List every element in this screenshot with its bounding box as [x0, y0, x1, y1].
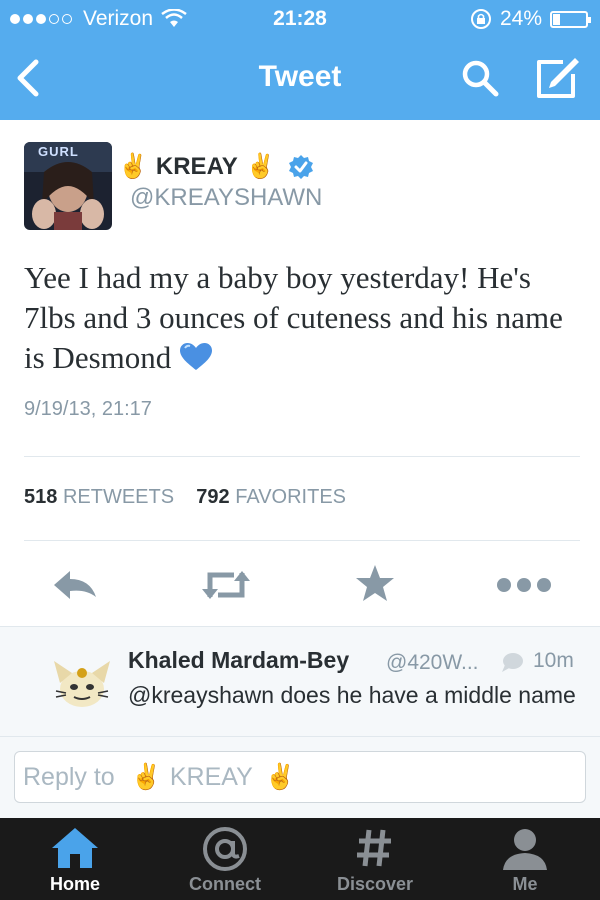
reply-compose-bar: Reply to ✌ KREAY ✌ [0, 736, 600, 819]
reply-recipient: KREAY [169, 762, 253, 791]
avatar-text: GURL [38, 144, 79, 159]
author-handle[interactable]: @KREAYSHAWN [130, 184, 322, 212]
tweet-timestamp: 9/19/13, 21:17 [24, 398, 152, 420]
reply-avatar[interactable] [52, 655, 112, 711]
reply-time: 10m [533, 649, 574, 672]
tab-home-label: Home [49, 874, 100, 894]
tweet-text: Yee I had my a baby boy yesterday! He's … [24, 260, 563, 375]
reply-icon[interactable] [50, 563, 100, 607]
favorites-label[interactable]: FAVORITES [235, 486, 346, 508]
tab-discover[interactable]: Discover [300, 818, 450, 900]
tab-discover-label: Discover [336, 874, 414, 894]
author-name-row[interactable]: ✌ KREAY ✌ [110, 152, 314, 181]
more-icon[interactable] [494, 563, 554, 607]
tab-connect-label: Connect [189, 874, 261, 894]
page-title: Tweet [258, 60, 342, 93]
home-icon [52, 828, 98, 868]
peace-emoji: ✌ [264, 762, 296, 791]
reply-author-name: Khaled Mardam-Bey [128, 647, 350, 673]
retweet-icon[interactable] [198, 563, 254, 607]
tab-bar: Home Connect Discover Me [0, 818, 600, 900]
blue-heart-icon [180, 343, 212, 370]
retweets-label[interactable]: RETWEETS [63, 486, 174, 508]
rotation-lock-icon [470, 9, 491, 29]
tab-connect[interactable]: Connect [150, 818, 300, 900]
verified-badge-icon [288, 154, 313, 179]
tweet-actions [0, 555, 600, 615]
top-bar: Verizon 21:28 24% Tweet [0, 0, 600, 120]
reply-input[interactable]: Reply to ✌ KREAY ✌ [14, 751, 586, 803]
tweet-stats: 518 RETWEETS 792 FAVORITES [24, 486, 346, 509]
reply-text: @kreayshawn does he have a middle name [128, 682, 576, 708]
author-name: KREAY [155, 152, 238, 180]
favorite-count[interactable]: 792 [196, 486, 229, 508]
hash-icon [357, 829, 391, 867]
divider [24, 540, 580, 541]
at-icon [203, 827, 247, 871]
battery-icon [550, 10, 591, 28]
tab-me-label: Me [512, 874, 538, 894]
divider [24, 456, 580, 457]
peace-emoji: ✌ [130, 762, 162, 791]
battery-percent: 24% [499, 7, 542, 30]
reply-placeholder: Reply to [23, 762, 115, 791]
nav-bar: Tweet [0, 38, 600, 120]
conversation-icon [502, 653, 523, 672]
peace-emoji: ✌ [118, 153, 148, 180]
status-bar: Verizon 21:28 24% [0, 0, 600, 38]
tab-home[interactable]: Home [0, 818, 150, 900]
retweet-count[interactable]: 518 [24, 486, 57, 508]
favorite-icon[interactable] [354, 563, 396, 605]
reply-author-handle: @420W... [386, 651, 479, 674]
peace-emoji: ✌ [245, 153, 276, 180]
person-icon [503, 829, 547, 870]
compose-icon[interactable] [533, 56, 581, 100]
tweet-body: Yee I had my a baby boy yesterday! He's … [24, 258, 584, 378]
status-right: 24% [470, 7, 591, 31]
search-icon[interactable] [460, 58, 500, 98]
avatar[interactable]: GURL [24, 142, 112, 230]
tab-me[interactable]: Me [450, 818, 600, 900]
reply-tweet[interactable]: Khaled Mardam-Bey @420W... 10m @kreaysha… [0, 626, 600, 737]
